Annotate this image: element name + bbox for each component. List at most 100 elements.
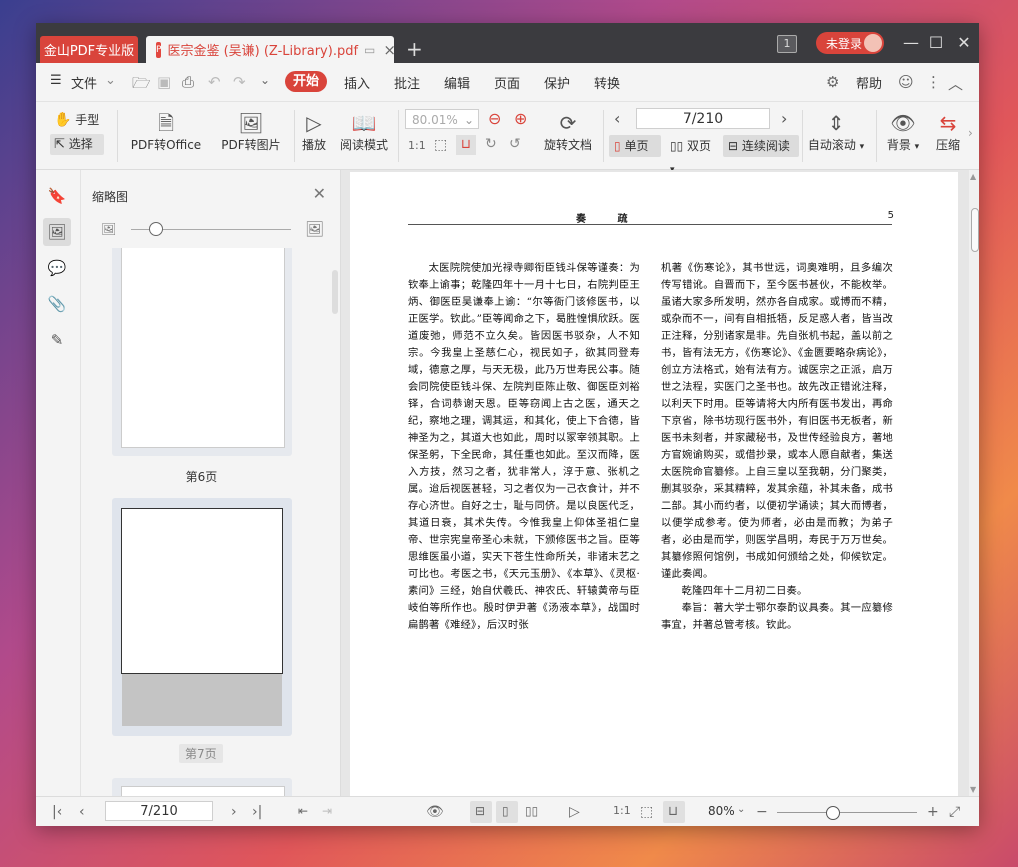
signature-icon[interactable]: ✎ xyxy=(43,326,71,354)
vertical-scrollbar-thumb[interactable] xyxy=(971,208,979,252)
thumbnail-card-8[interactable] xyxy=(112,778,292,796)
play-button[interactable]: ▷ 播放 xyxy=(298,110,330,153)
prev-page-icon[interactable]: ‹ xyxy=(79,804,85,820)
thumbnail-card-6[interactable] xyxy=(112,248,292,456)
login-button[interactable]: 未登录 xyxy=(816,32,884,54)
thumbnail-icon[interactable]: 🖼 xyxy=(43,218,71,246)
document-tab[interactable]: P 医宗金鉴 (吴谦) (Z-Library).pdf ▭ × xyxy=(146,36,396,63)
zoom-in-icon[interactable]: + xyxy=(927,804,939,820)
actual-size-icon[interactable]: 1:1 xyxy=(613,804,631,817)
ribbon-scroll-right-icon[interactable]: › xyxy=(968,126,973,140)
compress-button[interactable]: ⇆ 压缩 xyxy=(931,110,965,153)
file-menu[interactable]: 文件 xyxy=(71,73,97,92)
window-count-badge[interactable]: 1 xyxy=(777,35,797,53)
document-view[interactable]: 奏 疏 5 太医院院使加光禄寺卿衔臣钱斗保等谨奏：为钦奉上谕事；乾隆四年十一月十… xyxy=(341,170,979,796)
back-icon[interactable]: ⇤ xyxy=(298,804,308,818)
read-mode-button[interactable]: 📖 阅读模式 xyxy=(338,110,390,153)
actual-size-icon[interactable]: 1:1 xyxy=(408,139,426,152)
prev-page-icon[interactable]: ‹ xyxy=(614,109,620,128)
fullscreen-icon[interactable]: ⤢ xyxy=(949,804,960,820)
scroll-down-icon[interactable]: ▼ xyxy=(970,785,976,794)
fit-page-icon[interactable]: ⬚ xyxy=(434,137,447,153)
double-page-button[interactable]: ▯▯ 双页 ▾ xyxy=(665,135,721,175)
hand-tool-button[interactable]: ✋ 手型 xyxy=(54,111,104,128)
minimize-icon[interactable]: — xyxy=(901,33,921,52)
eye-icon[interactable]: 👁 xyxy=(426,804,444,820)
last-page-icon[interactable]: ›| xyxy=(252,804,262,820)
auto-scroll-button[interactable]: ⇕ 自动滚动 ▾ xyxy=(806,110,866,153)
fit-width-icon[interactable]: ⊔ xyxy=(456,135,476,155)
print-icon[interactable]: ⎙ xyxy=(182,73,194,91)
zoom-out-icon[interactable]: ⊖ xyxy=(488,109,501,128)
pdf-to-image-button[interactable]: 🖼 PDF转图片 xyxy=(219,110,283,153)
single-page-button[interactable]: ▯ 单页 xyxy=(609,135,661,157)
redo-icon[interactable]: ↷ xyxy=(233,73,246,91)
bookmark-icon[interactable]: 🔖 xyxy=(43,182,71,210)
zoom-slider[interactable] xyxy=(777,812,917,813)
pdf-file-icon: P xyxy=(156,41,162,58)
fit-page-icon[interactable]: ⬚ xyxy=(640,804,653,820)
gear-icon[interactable]: ⚙ xyxy=(826,73,839,91)
rotate-right-icon[interactable]: ↺ xyxy=(509,136,521,152)
rotate-document-button[interactable]: ⟳ 旋转文档 xyxy=(540,110,596,153)
select-tool-button[interactable]: ⇱ 选择 xyxy=(50,134,104,155)
large-thumbnail-icon[interactable]: 🖼 xyxy=(305,220,324,238)
home-tab-label: 金山PDF专业版 xyxy=(43,44,135,59)
tab-edit[interactable]: 编辑 xyxy=(444,73,470,92)
zoom-in-icon[interactable]: ⊕ xyxy=(514,109,527,128)
scroll-up-icon[interactable]: ▲ xyxy=(970,172,976,181)
status-page-input[interactable]: 7/210 xyxy=(105,801,213,821)
page-number: 5 xyxy=(887,210,894,221)
hamburger-icon[interactable]: ☰ xyxy=(50,73,62,88)
auto-scroll-icon: ⇕ xyxy=(827,111,845,135)
feedback-icon[interactable]: ☺ xyxy=(898,73,914,91)
undo-icon[interactable]: ↶ xyxy=(208,73,221,91)
comment-icon[interactable]: 💬 xyxy=(43,254,71,282)
paragraph: 乾隆四年十二月初二日奏。 xyxy=(681,585,808,597)
open-folder-icon[interactable]: 🗁 xyxy=(132,73,151,98)
close-icon[interactable]: ✕ xyxy=(313,184,326,203)
zoom-level[interactable]: 80% xyxy=(708,804,735,818)
thumbnail-scrollbar[interactable] xyxy=(332,270,338,314)
thumbnail-card-7[interactable] xyxy=(112,498,292,736)
collapse-ribbon-icon[interactable]: ︿ xyxy=(948,73,963,94)
window-mode-icon[interactable]: ▭ xyxy=(364,43,375,57)
rotate-left-icon[interactable]: ↻ xyxy=(485,136,497,152)
tab-page[interactable]: 页面 xyxy=(494,73,520,92)
tab-start[interactable]: 开始 xyxy=(285,71,327,92)
background-button[interactable]: 👁 背景 ▾ xyxy=(883,110,923,153)
more-icon[interactable]: ⋮ xyxy=(926,73,941,91)
thumbnail-size-slider-handle[interactable] xyxy=(149,222,163,236)
zoom-level-chevron-icon[interactable]: ⌄ xyxy=(737,804,745,815)
next-page-icon[interactable]: › xyxy=(781,109,787,128)
tab-annotate[interactable]: 批注 xyxy=(394,73,420,92)
text-column-left: 太医院院使加光禄寺卿衔臣钱斗保等谨奏：为钦奉上谕事；乾隆四年十一月十七日，右院判… xyxy=(408,260,640,634)
tab-insert[interactable]: 插入 xyxy=(344,73,370,92)
zoom-slider-handle[interactable] xyxy=(826,806,840,820)
quick-access-chevron-icon[interactable]: ⌄ xyxy=(260,73,270,87)
help-menu[interactable]: 帮助 xyxy=(856,73,882,92)
new-tab-button[interactable]: + xyxy=(406,37,423,61)
page-number-input[interactable]: 7/210 xyxy=(636,108,770,129)
close-window-icon[interactable]: ✕ xyxy=(954,33,974,52)
vertical-scrollbar[interactable]: ▲ ▼ xyxy=(969,170,979,796)
home-tab[interactable]: 金山PDF专业版 xyxy=(40,36,138,63)
tab-protect[interactable]: 保护 xyxy=(544,73,570,92)
file-menu-chevron-icon[interactable]: ⌄ xyxy=(105,73,116,88)
small-thumbnail-icon[interactable]: 🖼 xyxy=(101,222,116,236)
continuous-reading-button[interactable]: ⊟ 连续阅读 xyxy=(723,135,799,157)
double-page-mode-icon[interactable]: ▯▯ xyxy=(525,804,538,818)
forward-icon[interactable]: ⇥ xyxy=(322,804,332,818)
zoom-out-icon[interactable]: − xyxy=(756,804,768,820)
play-icon[interactable]: ▷ xyxy=(569,804,580,820)
zoom-combo[interactable]: 80.01% ⌄ xyxy=(405,109,479,129)
play-icon: ▷ xyxy=(306,111,322,135)
attachment-icon[interactable]: 📎 xyxy=(43,290,71,318)
next-page-icon[interactable]: › xyxy=(231,804,237,820)
pdf-to-office-button[interactable]: 🗎 PDF转Office xyxy=(126,110,206,153)
save-icon[interactable]: ▣ xyxy=(157,73,171,91)
tab-convert[interactable]: 转换 xyxy=(594,73,620,92)
close-tab-icon[interactable]: × xyxy=(383,41,396,59)
maximize-icon[interactable]: ☐ xyxy=(926,33,946,52)
first-page-icon[interactable]: |‹ xyxy=(52,804,62,820)
